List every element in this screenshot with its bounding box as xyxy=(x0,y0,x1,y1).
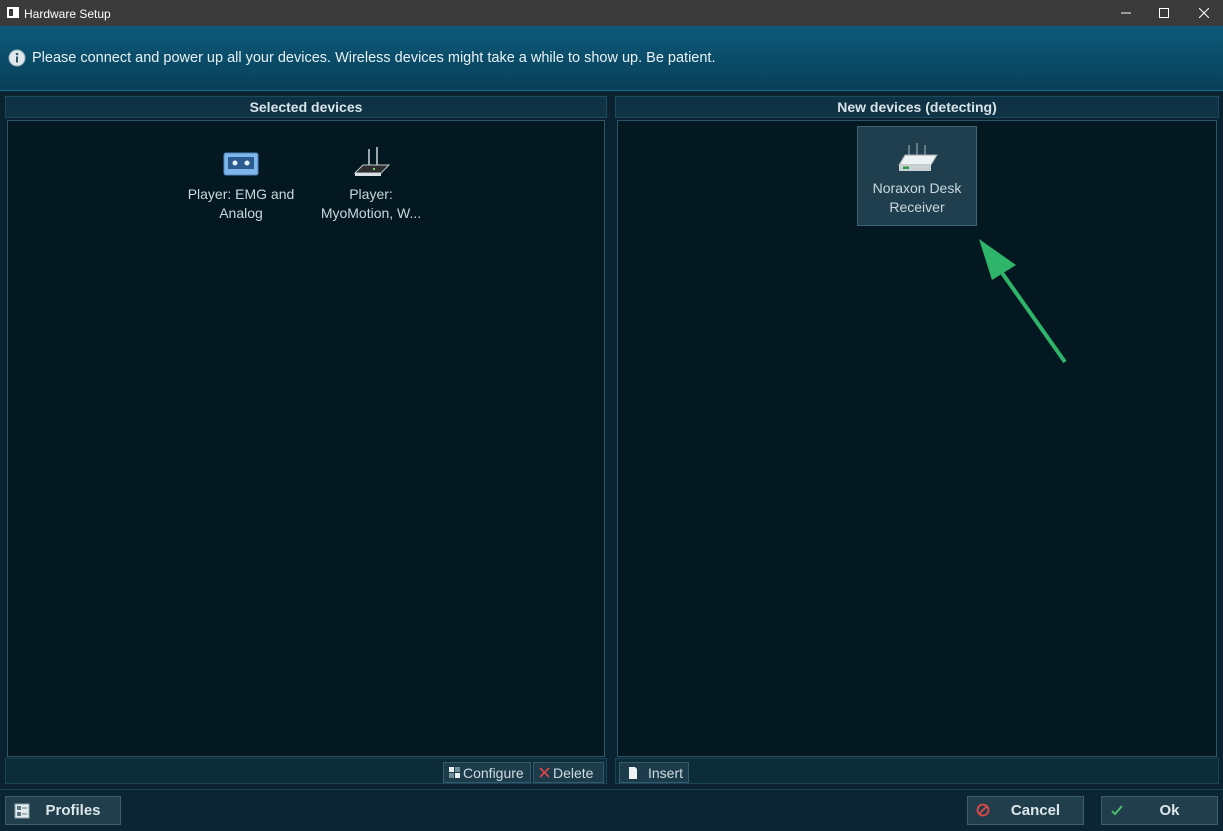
configure-button[interactable]: Configure xyxy=(443,762,531,783)
close-icon xyxy=(1199,8,1209,18)
new-devices-header: New devices (detecting) xyxy=(615,96,1219,118)
title-bar: Hardware Setup xyxy=(0,0,1223,26)
device-label: Player: EMG and xyxy=(187,186,295,202)
device-label: Noraxon Desk xyxy=(872,180,962,196)
profiles-button[interactable]: Profiles xyxy=(5,796,121,825)
insert-label: Insert xyxy=(648,764,684,781)
minimize-icon xyxy=(1121,12,1131,14)
delete-icon xyxy=(539,767,550,778)
device-label: Receiver xyxy=(889,199,945,215)
info-message: Please connect and power up all your dev… xyxy=(32,50,716,66)
emg-player-icon xyxy=(223,152,259,176)
router-icon xyxy=(353,147,391,176)
device-myomotion[interactable]: Player: MyoMotion, W... xyxy=(311,133,431,233)
desk-receiver-icon xyxy=(898,143,938,171)
configure-label: Configure xyxy=(463,764,524,781)
selected-devices-list[interactable]: Player: EMG and Analog Player: MyoMotion… xyxy=(7,120,605,757)
cancel-label: Cancel xyxy=(1010,802,1061,819)
info-bar: Please connect and power up all your dev… xyxy=(0,26,1223,91)
info-icon xyxy=(8,49,26,67)
device-label: MyoMotion, W... xyxy=(320,205,422,221)
device-label: Analog xyxy=(219,205,263,221)
ok-button[interactable]: Ok xyxy=(1101,796,1218,825)
window-title: Hardware Setup xyxy=(24,7,111,21)
annotation-arrow xyxy=(979,239,1067,364)
device-noraxon-desk-receiver[interactable]: Noraxon Desk Receiver xyxy=(857,126,977,226)
profiles-label: Profiles xyxy=(45,802,101,819)
close-button[interactable] xyxy=(1184,0,1223,26)
maximize-icon xyxy=(1159,8,1169,18)
new-devices-list[interactable]: Noraxon Desk Receiver xyxy=(617,120,1217,757)
app-icon xyxy=(7,7,19,18)
selected-devices-header: Selected devices xyxy=(5,96,607,118)
document-icon xyxy=(629,766,637,779)
cancel-button[interactable]: Cancel xyxy=(967,796,1084,825)
minimize-button[interactable] xyxy=(1106,0,1146,26)
delete-button[interactable]: Delete xyxy=(533,762,604,783)
device-label: Player: xyxy=(349,186,393,202)
new-devices-footer xyxy=(615,758,1219,784)
ok-label: Ok xyxy=(1159,802,1180,819)
insert-button[interactable]: Insert xyxy=(619,762,689,783)
device-emg-analog[interactable]: Player: EMG and Analog xyxy=(181,133,301,233)
maximize-button[interactable] xyxy=(1144,0,1184,26)
configure-icon xyxy=(449,767,460,778)
delete-label: Delete xyxy=(553,764,594,781)
